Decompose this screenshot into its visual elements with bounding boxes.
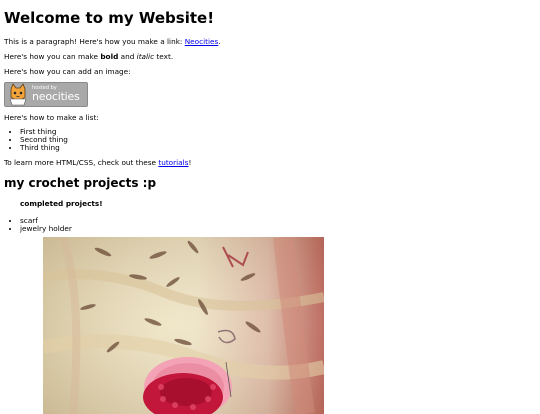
badge-text: hosted by neocities: [32, 86, 80, 103]
list-item: scarf: [20, 217, 536, 225]
badge-big-text: neocities: [32, 90, 80, 103]
crochet-heading: my crochet projects :p: [4, 176, 157, 190]
para1-suffix: .: [218, 37, 221, 46]
list-item: Second thing: [20, 136, 536, 144]
list-item: First thing: [20, 128, 536, 136]
para2-mid: and: [118, 52, 137, 61]
neocities-link[interactable]: Neocities: [185, 37, 219, 46]
list-intro: Here's how to make a list:: [4, 113, 99, 122]
para1-prefix: This is a paragraph! Here's how you make…: [4, 37, 185, 46]
crochet-photo: [43, 237, 324, 414]
italic-text: italic: [136, 52, 155, 61]
bold-text: bold: [100, 52, 119, 61]
page-content: Welcome to my Website! This is a paragra…: [0, 9, 540, 233]
completed-projects-list: scarf jewelry holder: [4, 217, 536, 233]
learn-prefix: To learn more HTML/CSS, check out these: [4, 158, 159, 167]
tutorials-link[interactable]: tutorials: [158, 158, 188, 167]
learn-paragraph: To learn more HTML/CSS, check out these …: [4, 158, 536, 167]
list-item: Third thing: [20, 144, 536, 152]
completed-projects-label: completed projects!: [20, 199, 103, 208]
para2-suffix: text.: [154, 52, 174, 61]
learn-suffix: !: [188, 158, 192, 167]
intro-paragraph-image: Here's how you can add an image:: [4, 67, 131, 76]
page-title: Welcome to my Website!: [4, 9, 215, 27]
crochet-photo-image: [43, 237, 324, 414]
intro-paragraph-formatting: Here's how you can make bold and italic …: [4, 52, 536, 61]
example-list: First thing Second thing Third thing: [4, 128, 536, 152]
neocities-badge[interactable]: hosted by neocities: [4, 82, 88, 107]
neocities-cat-icon: [6, 83, 30, 106]
list-item: jewelry holder: [20, 225, 536, 233]
intro-paragraph-link: This is a paragraph! Here's how you make…: [4, 37, 536, 46]
para2-prefix: Here's how you can make: [4, 52, 101, 61]
